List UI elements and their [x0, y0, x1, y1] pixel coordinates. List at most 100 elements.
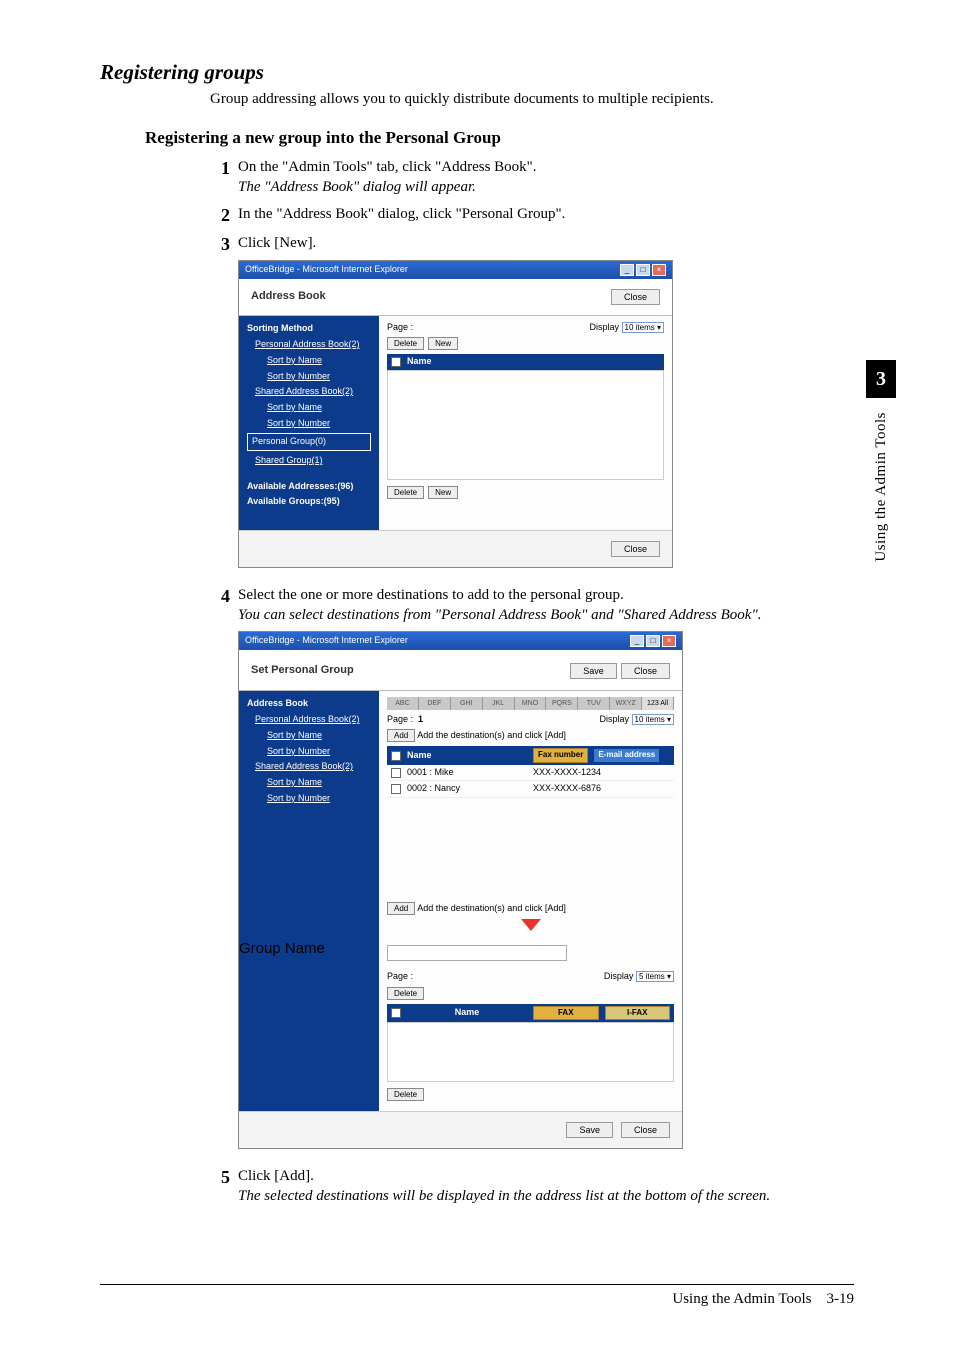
sidebar-shared-address-book[interactable]: Shared Address Book(2) — [239, 384, 379, 400]
close-icon[interactable]: × — [662, 635, 676, 647]
delete-button[interactable]: Delete — [387, 486, 424, 499]
page-label: Page : — [387, 971, 413, 983]
step-5-note: The selected destinations will be displa… — [238, 1188, 770, 1204]
minimize-icon[interactable]: _ — [630, 635, 644, 647]
step-number: 2 — [210, 205, 230, 226]
sidebar-sort-by-name[interactable]: Sort by Name — [239, 353, 379, 369]
add-button[interactable]: Add — [387, 729, 415, 742]
sidebar-shared-address-book[interactable]: Shared Address Book(2) — [239, 759, 379, 775]
sidebar-address-book: Address Book — [239, 695, 379, 713]
sidebar-sort-by-name[interactable]: Sort by Name — [239, 728, 379, 744]
dialog-title: Set Personal Group — [251, 663, 354, 677]
step-2: 2 In the "Address Book" dialog, click "P… — [210, 205, 854, 226]
maximize-icon[interactable]: □ — [636, 264, 650, 276]
tab-email-address[interactable]: E-mail address — [594, 749, 659, 761]
add-button[interactable]: Add — [387, 902, 415, 915]
select-all-checkbox[interactable] — [391, 751, 401, 761]
step-2-text: In the "Address Book" dialog, click "Per… — [238, 206, 565, 222]
sidebar-personal-address-book[interactable]: Personal Address Book(2) — [239, 337, 379, 353]
step-5-text: Click [Add]. — [238, 1168, 314, 1184]
intro-text: Group addressing allows you to quickly d… — [210, 91, 854, 108]
sidebar-sort-by-number[interactable]: Sort by Number — [239, 744, 379, 760]
new-button[interactable]: New — [428, 486, 458, 499]
set-group-sidebar: Address Book Personal Address Book(2) So… — [239, 691, 379, 940]
step-1: 1 On the "Admin Tools" tab, click "Addre… — [210, 158, 854, 197]
page-footer: Using the Admin Tools 3-19 — [100, 1284, 854, 1308]
row-fax: XXX-XXXX-6876 — [533, 783, 633, 795]
chapter-number: 3 — [866, 360, 896, 398]
delete-button[interactable]: Delete — [387, 1088, 424, 1101]
display-label: Display — [589, 322, 619, 332]
alpha-tab[interactable]: DEF — [419, 697, 451, 710]
select-all-checkbox[interactable] — [391, 1008, 401, 1018]
sidebar-sort-by-number[interactable]: Sort by Number — [239, 369, 379, 385]
destination-row[interactable]: 0001 : Mike XXX-XXXX-1234 — [387, 765, 674, 782]
screenshot-address-book: OfficeBridge - Microsoft Internet Explor… — [238, 260, 673, 569]
alpha-tab[interactable]: ABC — [387, 697, 419, 710]
display-items-select[interactable]: 10 items ▾ — [622, 322, 664, 333]
select-all-checkbox[interactable] — [391, 357, 401, 367]
alpha-tab[interactable]: JKL — [483, 697, 515, 710]
alpha-tab[interactable]: WXYZ — [610, 697, 642, 710]
new-button[interactable]: New — [428, 337, 458, 350]
delete-button[interactable]: Delete — [387, 987, 424, 1000]
maximize-icon[interactable]: □ — [646, 635, 660, 647]
window-title: OfficeBridge - Microsoft Internet Explor… — [245, 264, 408, 276]
heading-registering-groups: Registering groups — [100, 60, 854, 85]
sidebar-personal-address-book[interactable]: Personal Address Book(2) — [239, 712, 379, 728]
close-button[interactable]: Close — [611, 541, 660, 557]
row-checkbox[interactable] — [391, 768, 401, 778]
alpha-tab[interactable]: MNO — [515, 697, 547, 710]
display-items-select[interactable]: 10 items ▾ — [632, 714, 674, 725]
footer-page-number: 3-19 — [827, 1291, 855, 1307]
dialog-title: Address Book — [251, 289, 326, 303]
sidebar-sort-by-name[interactable]: Sort by Name — [239, 400, 379, 416]
delete-button[interactable]: Delete — [387, 337, 424, 350]
step-5: 5 Click [Add]. The selected destinations… — [210, 1167, 854, 1206]
save-button[interactable]: Save — [566, 1122, 613, 1138]
sidebar-sort-by-number[interactable]: Sort by Number — [239, 791, 379, 807]
add-hint: Add the destination(s) and click [Add] — [417, 903, 566, 913]
footer-title: Using the Admin Tools — [672, 1291, 811, 1307]
close-button[interactable]: Close — [621, 1122, 670, 1138]
alpha-tab[interactable]: TUV — [578, 697, 610, 710]
alpha-tab[interactable]: GHI — [451, 697, 483, 710]
minimize-icon[interactable]: _ — [620, 264, 634, 276]
display-label: Display — [599, 714, 629, 724]
arrow-down-icon — [521, 919, 541, 931]
add-hint: Add the destination(s) and click [Add] — [417, 730, 566, 740]
row-name: 0002 : Nancy — [407, 783, 527, 795]
close-button[interactable]: Close — [611, 289, 660, 305]
sidebar-sort-by-name[interactable]: Sort by Name — [239, 775, 379, 791]
row-checkbox[interactable] — [391, 784, 401, 794]
tab-fax-number[interactable]: Fax number — [533, 748, 588, 762]
alpha-tab[interactable]: PQRS — [546, 697, 578, 710]
display-items-select[interactable]: 5 items ▾ — [636, 971, 674, 982]
tab-ifax[interactable]: I-FAX — [605, 1006, 671, 1020]
destination-row[interactable]: 0002 : Nancy XXX-XXXX-6876 — [387, 781, 674, 798]
sidebar-shared-group[interactable]: Shared Group(1) — [239, 453, 379, 469]
group-name-label: Group Name — [239, 939, 379, 959]
row-fax: XXX-XXXX-1234 — [533, 767, 633, 779]
heading-registering-new-group: Registering a new group into the Persona… — [145, 128, 854, 148]
step-3-text: Click [New]. — [238, 235, 316, 251]
column-name: Name — [407, 1007, 527, 1019]
alpha-filter-tabs: ABC DEF GHI JKL MNO PQRS TUV WXYZ 123 Al… — [387, 697, 674, 710]
address-book-sidebar: Sorting Method Personal Address Book(2) … — [239, 316, 379, 531]
tab-fax[interactable]: FAX — [533, 1006, 599, 1020]
selected-destinations-table — [387, 1022, 674, 1082]
step-1-text: On the "Admin Tools" tab, click "Address… — [238, 159, 537, 175]
alpha-tab-all[interactable]: 123 All — [642, 697, 674, 710]
save-button[interactable]: Save — [570, 663, 617, 679]
group-name-input[interactable] — [387, 945, 567, 961]
column-name: Name — [407, 750, 527, 762]
chapter-side-tab: 3 Using the Admin Tools — [866, 360, 896, 562]
sidebar-sort-by-number[interactable]: Sort by Number — [239, 416, 379, 432]
close-icon[interactable]: × — [652, 264, 666, 276]
close-button[interactable]: Close — [621, 663, 670, 679]
sidebar-sorting-method: Sorting Method — [239, 320, 379, 338]
sidebar-personal-group[interactable]: Personal Group(0) — [247, 433, 371, 451]
step-3: 3 Click [New]. OfficeBridge - Microsoft … — [210, 234, 854, 578]
step-number: 4 — [210, 586, 230, 1159]
window-titlebar: OfficeBridge - Microsoft Internet Explor… — [239, 632, 682, 650]
